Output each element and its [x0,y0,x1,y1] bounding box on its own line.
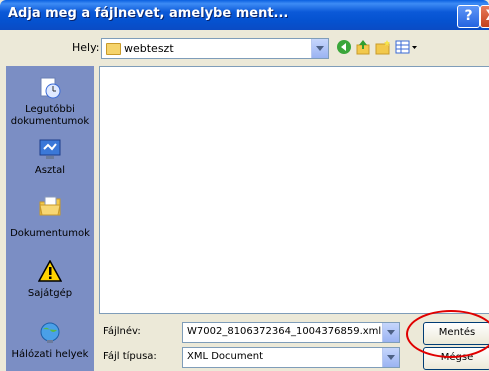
views-menu-icon[interactable] [395,39,419,55]
recent-documents-icon [38,76,62,100]
network-places-icon [38,321,62,345]
place-recent[interactable]: Legutóbbi dokumentumok [6,76,94,131]
chevron-down-icon[interactable] [382,323,399,342]
location-dropdown[interactable]: webteszt [101,38,329,59]
chevron-down-icon[interactable] [382,348,399,367]
place-desktop[interactable]: Asztal [6,137,94,179]
filetype-value: XML Document [187,351,264,362]
desktop-icon [38,137,62,161]
place-label-network: Hálózati helyek [11,349,89,360]
file-list[interactable] [99,66,489,314]
place-network[interactable]: Hálózati helyek [6,321,94,363]
up-folder-icon[interactable] [355,39,371,55]
location-value: webteszt [124,42,174,55]
place-my-documents[interactable]: Dokumentumok [6,194,94,242]
filetype-select[interactable]: XML Document [182,347,400,368]
dialog-title: Adja meg a fájlnevet, amelybe ment... [8,6,289,21]
filename-label: Fájlnév: [103,326,141,337]
place-label-my-computer: Sajátgép [27,288,73,299]
place-my-computer[interactable]: Sajátgép [6,259,94,302]
place-label-recent: Legutóbbi dokumentumok [10,104,90,127]
my-computer-icon [37,259,63,284]
save-dialog: Adja meg a fájlnevet, amelybe ment... ? … [0,0,489,371]
filename-value: W7002_8106372364_1004376859.xml [187,326,382,337]
help-button[interactable]: ? [457,5,480,28]
location-label: Hely: [72,41,100,54]
place-label-desktop: Asztal [34,165,66,176]
chevron-down-icon[interactable] [311,39,328,58]
place-label-my-documents: Dokumentumok [10,228,90,239]
highlight-ellipse [406,310,489,358]
close-button[interactable]: X [480,5,489,28]
filetype-label: Fájl típusa: [103,351,157,362]
new-folder-icon[interactable] [375,39,391,55]
back-icon[interactable] [336,39,352,55]
my-documents-icon [38,194,62,218]
filename-input[interactable]: W7002_8106372364_1004376859.xml [182,322,400,343]
folder-icon [106,43,121,55]
places-bar: Legutóbbi dokumentumok Asztal Dokumentum… [6,66,94,371]
title-bar[interactable]: Adja meg a fájlnevet, amelybe ment... ? … [0,0,489,30]
